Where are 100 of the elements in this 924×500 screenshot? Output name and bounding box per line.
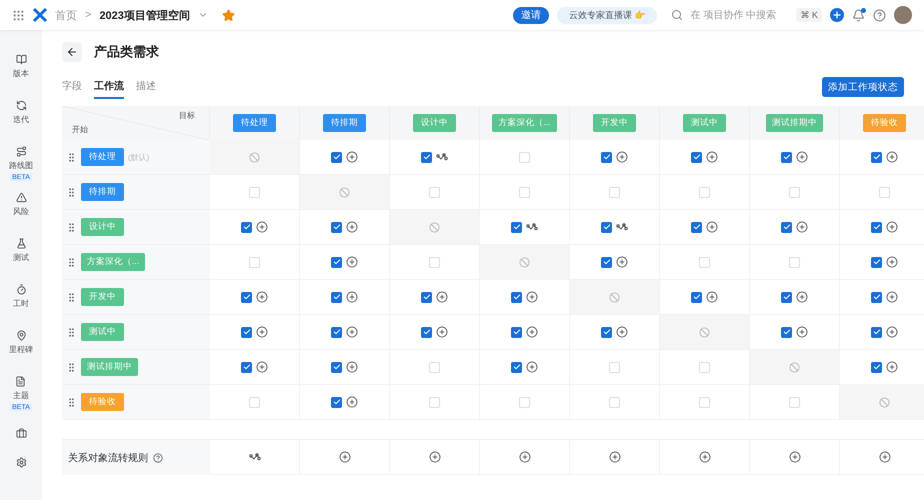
flow-rule-icon[interactable] (616, 222, 628, 232)
nav-label[interactable]: 版本 (13, 68, 29, 79)
add-icon[interactable] (796, 291, 808, 303)
checkbox[interactable] (781, 292, 792, 302)
tab[interactable]: 字段 (62, 75, 82, 99)
checkbox[interactable] (871, 292, 882, 302)
add-icon[interactable] (436, 291, 448, 303)
add-icon[interactable] (706, 151, 718, 163)
checkbox[interactable] (241, 292, 252, 302)
checkbox[interactable] (331, 396, 342, 408)
checkbox[interactable] (871, 256, 882, 268)
drag-handle-icon[interactable] (66, 326, 77, 338)
checkbox[interactable] (241, 362, 252, 372)
checkbox[interactable] (331, 292, 342, 302)
checkbox[interactable] (691, 292, 702, 302)
drag-handle-icon[interactable] (66, 222, 77, 232)
drag-handle-icon[interactable] (66, 292, 77, 302)
nav-label[interactable]: 迭代 (13, 114, 29, 125)
add-icon[interactable] (346, 291, 358, 303)
checkbox[interactable] (781, 152, 792, 162)
checkbox[interactable] (241, 222, 252, 232)
nav-label[interactable]: 里程碑 (9, 344, 33, 355)
add-icon[interactable] (526, 326, 538, 338)
add-icon[interactable] (616, 326, 628, 338)
checkbox[interactable] (421, 326, 432, 338)
add-icon[interactable] (878, 451, 890, 463)
drag-handle-icon[interactable] (66, 256, 77, 268)
checkbox[interactable] (871, 152, 882, 162)
checkbox[interactable] (331, 222, 342, 232)
apps-menu-icon[interactable] (12, 8, 25, 22)
avatar[interactable] (894, 6, 912, 24)
add-icon[interactable] (526, 291, 538, 303)
invite-button[interactable]: 邀请 (512, 6, 549, 24)
drag-handle-icon[interactable] (66, 152, 77, 162)
flask-icon[interactable] (16, 238, 26, 249)
back-button[interactable] (62, 42, 82, 62)
add-icon[interactable] (796, 326, 808, 338)
route-icon[interactable] (16, 146, 26, 157)
add-icon[interactable] (346, 326, 358, 338)
add-icon[interactable] (256, 361, 268, 373)
nav-label[interactable]: 测试 (13, 252, 29, 263)
checkbox[interactable] (511, 362, 522, 372)
checkbox[interactable] (871, 362, 882, 372)
checkbox[interactable] (871, 326, 882, 338)
checkbox[interactable] (511, 326, 522, 338)
checkbox[interactable] (421, 152, 432, 162)
help-icon[interactable] (873, 8, 886, 22)
add-icon[interactable] (886, 291, 898, 303)
checkbox[interactable] (331, 362, 342, 372)
project-name[interactable]: 2023项目管理空间 (99, 8, 190, 22)
add-icon[interactable] (608, 451, 620, 463)
help-icon[interactable] (153, 452, 163, 462)
arrow-left-icon[interactable] (66, 46, 78, 58)
checkbox[interactable] (511, 222, 522, 232)
checkbox[interactable] (781, 222, 792, 232)
logo-icon[interactable] (33, 8, 47, 22)
checkbox[interactable] (601, 326, 612, 338)
add-icon[interactable] (346, 396, 358, 408)
add-icon[interactable] (698, 451, 710, 463)
add-icon[interactable] (256, 291, 268, 303)
add-icon[interactable] (886, 361, 898, 373)
checkbox[interactable] (331, 152, 342, 162)
add-icon[interactable] (346, 221, 358, 233)
add-status-button[interactable]: 添加工作项状态 (822, 77, 904, 97)
tab[interactable]: 工作流 (94, 75, 124, 99)
add-icon[interactable] (886, 256, 898, 268)
checkbox[interactable] (601, 256, 612, 268)
timer-icon[interactable] (16, 284, 26, 295)
checkbox[interactable] (331, 256, 342, 268)
briefcase-icon[interactable] (16, 428, 26, 439)
checkbox[interactable] (691, 152, 702, 162)
nav-label[interactable]: 工时 (13, 298, 29, 309)
checkbox[interactable] (871, 222, 882, 232)
add-icon[interactable] (526, 361, 538, 373)
flow-rule-icon[interactable] (526, 222, 538, 232)
add-icon[interactable] (796, 221, 808, 233)
add-icon[interactable] (886, 221, 898, 233)
promo-link[interactable]: 云效专家直播课 👉 (556, 6, 658, 24)
add-icon[interactable] (256, 221, 268, 233)
add-icon[interactable] (616, 151, 628, 163)
checkbox[interactable] (241, 326, 252, 338)
add-icon[interactable] (436, 326, 448, 338)
checkbox[interactable] (511, 292, 522, 302)
add-icon[interactable] (346, 151, 358, 163)
add-icon[interactable] (346, 256, 358, 268)
add-icon[interactable] (518, 451, 530, 463)
add-icon[interactable] (706, 291, 718, 303)
settings-icon[interactable] (16, 457, 26, 468)
add-icon[interactable] (788, 451, 800, 463)
add-icon[interactable] (256, 326, 268, 338)
drag-handle-icon[interactable] (66, 362, 77, 372)
add-icon[interactable] (706, 221, 718, 233)
nav-label[interactable]: 主题 (12, 390, 29, 401)
map-pin-icon[interactable] (16, 330, 26, 341)
warning-icon[interactable] (16, 192, 26, 203)
star-icon[interactable] (222, 8, 235, 22)
notification-icon[interactable] (852, 8, 865, 22)
add-icon[interactable] (346, 361, 358, 373)
checkbox[interactable] (331, 326, 342, 338)
checkbox[interactable] (691, 222, 702, 232)
